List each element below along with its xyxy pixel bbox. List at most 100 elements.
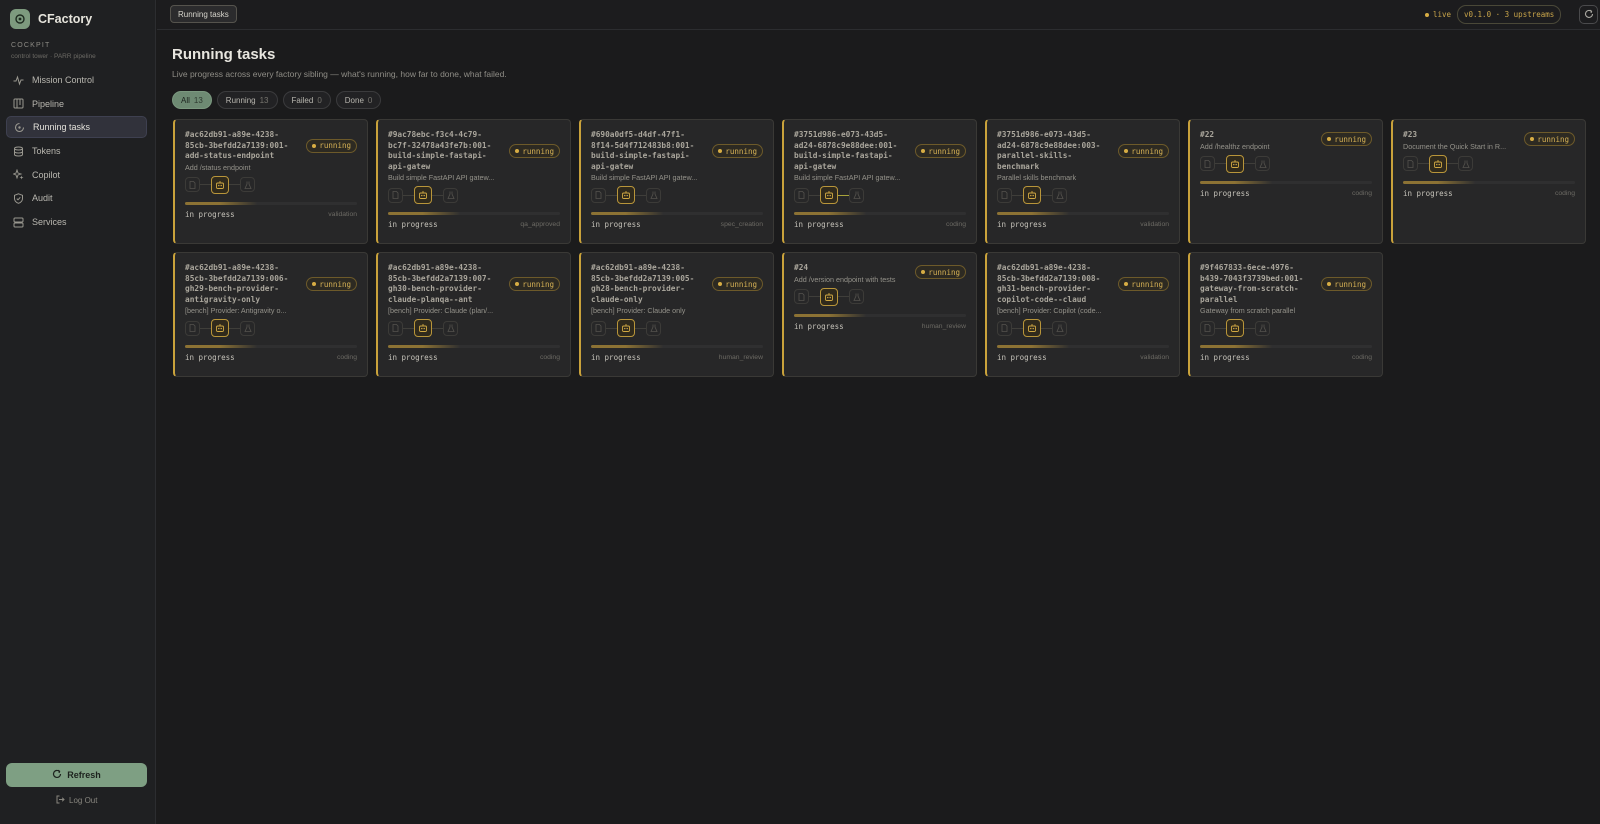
brand[interactable]: CFactory: [10, 9, 92, 29]
sidebar-item-audit[interactable]: Audit: [6, 187, 147, 209]
task-card[interactable]: #ac62db91-a89e-4238-85cb-3befdd2a7139:00…: [173, 119, 368, 244]
progress-label: in progress: [185, 353, 235, 363]
status-label: running: [1131, 279, 1163, 289]
pipeline-steps: [1200, 154, 1270, 173]
pipeline-steps: [388, 319, 458, 338]
live-indicator: live: [1425, 10, 1451, 19]
task-card[interactable]: #9ac78ebc-f3c4-4c79-bc7f-32478a43fe7b:00…: [376, 119, 571, 244]
filter-label: All: [181, 95, 190, 105]
step-connector: [1418, 163, 1429, 165]
app-name: CFactory: [38, 12, 93, 26]
progress-bar: [1200, 345, 1372, 349]
task-card[interactable]: #3751d986-e073-43d5-ad24-6878c9e88dee:00…: [782, 119, 977, 244]
status-dot-icon: [718, 149, 723, 154]
step-connector: [1244, 327, 1255, 329]
task-card[interactable]: #9f467833-6ece-4976-b439-7043f3739bed:00…: [1188, 252, 1383, 377]
pipeline-steps: [185, 175, 255, 194]
task-title: #ac62db91-a89e-4238-85cb-3befdd2a7139:00…: [997, 263, 1101, 304]
sidebar-item-label: Services: [32, 217, 67, 228]
task-card[interactable]: #ac62db91-a89e-4238-85cb-3befdd2a7139:00…: [376, 252, 571, 377]
filter-count: 13: [259, 95, 269, 105]
stage-label: validation: [1140, 354, 1169, 362]
status-label: running: [1537, 134, 1569, 144]
sidebar-item-mission-control[interactable]: Mission Control: [6, 69, 147, 91]
task-card[interactable]: #ac62db91-a89e-4238-85cb-3befdd2a7139:00…: [579, 252, 774, 377]
task-title: #ac62db91-a89e-4238-85cb-3befdd2a7139:00…: [185, 130, 289, 161]
step-connector: [200, 327, 211, 329]
task-card[interactable]: #ac62db91-a89e-4238-85cb-3befdd2a7139:00…: [985, 252, 1180, 377]
status-badge: running: [509, 144, 560, 159]
task-card[interactable]: #ac62db91-a89e-4238-85cb-3befdd2a7139:00…: [173, 252, 368, 377]
task-card[interactable]: #3751d986-e073-43d5-ad24-6878c9e88dee:00…: [985, 119, 1180, 244]
progress-bar: [1403, 180, 1575, 184]
filter-done[interactable]: Done 0: [335, 91, 382, 109]
spinner-icon: [14, 122, 25, 133]
status-label: running: [1131, 146, 1163, 156]
progress-label: in progress: [591, 353, 641, 363]
stage-label: coding: [1351, 354, 1372, 362]
status-label: running: [1334, 279, 1366, 289]
sidebar-item-pipeline[interactable]: Pipeline: [6, 93, 147, 115]
status-dot-icon: [312, 282, 317, 287]
step-connector: [809, 194, 820, 196]
agent-step-icon: [1226, 319, 1244, 338]
task-description: [bench] Provider: Antigravity o...: [185, 306, 287, 316]
refresh-button[interactable]: Refresh: [6, 763, 147, 787]
task-card[interactable]: #22 running Add /healthz endpoint in pro…: [1188, 119, 1383, 244]
step-connector: [809, 296, 820, 298]
filter-running[interactable]: Running 13: [216, 91, 278, 109]
section-title: COCKPIT: [11, 42, 51, 49]
sidebar-item-running-tasks[interactable]: Running tasks: [6, 116, 147, 139]
sidebar-item-services[interactable]: Services: [6, 211, 147, 233]
step-connector: [432, 327, 443, 329]
factory-logo-icon: [10, 9, 30, 29]
qa-step-icon: [240, 320, 255, 336]
progress-label: in progress: [794, 220, 844, 230]
stage-label: validation: [328, 210, 357, 218]
progress-bar: [591, 212, 763, 216]
shield-icon: [13, 193, 24, 204]
spec-step-icon: [1200, 320, 1215, 336]
agent-step-icon: [414, 186, 432, 205]
breadcrumb[interactable]: Running tasks: [170, 5, 237, 23]
refresh-label: Refresh: [67, 770, 101, 780]
filter-failed[interactable]: Failed 0: [282, 91, 331, 109]
reload-button[interactable]: [1579, 5, 1598, 24]
qa-step-icon: [646, 187, 661, 203]
filter-all[interactable]: All 13: [172, 91, 212, 109]
progress-bar: [997, 212, 1169, 216]
task-description: Build simple FastAPI API gatew...: [591, 173, 698, 183]
qa-step-icon: [849, 289, 864, 305]
sparkles-icon: [13, 169, 24, 180]
step-connector: [1215, 327, 1226, 329]
task-title: #ac62db91-a89e-4238-85cb-3befdd2a7139:00…: [388, 263, 492, 304]
progress-label: in progress: [591, 220, 641, 230]
task-description: Add /version endpoint with tests: [794, 274, 896, 284]
task-card[interactable]: #690a0df5-d4df-47f1-8f14-5d4f712483b8:00…: [579, 119, 774, 244]
task-card[interactable]: #23 running Document the Quick Start in …: [1391, 119, 1586, 244]
status-badge: running: [712, 277, 763, 292]
sidebar-item-tokens[interactable]: Tokens: [6, 140, 147, 162]
stage-label: spec_creation: [720, 221, 763, 229]
progress-bar: [997, 345, 1169, 349]
step-connector: [838, 296, 849, 298]
sidebar-item-copilot[interactable]: Copilot: [6, 164, 147, 186]
filter-label: Done: [344, 95, 364, 105]
task-title: #ac62db91-a89e-4238-85cb-3befdd2a7139:00…: [185, 263, 289, 304]
pipeline-steps: [997, 319, 1067, 338]
pipeline-steps: [1403, 154, 1473, 173]
step-connector: [1041, 194, 1052, 196]
spec-step-icon: [388, 320, 403, 336]
refresh-icon: [52, 769, 62, 781]
pipeline-steps: [794, 186, 864, 205]
task-card[interactable]: #24 running Add /version endpoint with t…: [782, 252, 977, 377]
step-connector: [1215, 163, 1226, 165]
status-label: running: [522, 279, 554, 289]
stage-label: coding: [336, 354, 357, 362]
task-description: [bench] Provider: Claude (plan/...: [388, 306, 494, 316]
filter-label: Running: [225, 95, 256, 105]
logout-link[interactable]: Log Out: [56, 795, 97, 806]
logout-icon: [56, 795, 65, 806]
sidebar: CFactory COCKPIT control tower · PARR pi…: [0, 0, 156, 824]
sidebar-item-label: Pipeline: [32, 98, 65, 109]
